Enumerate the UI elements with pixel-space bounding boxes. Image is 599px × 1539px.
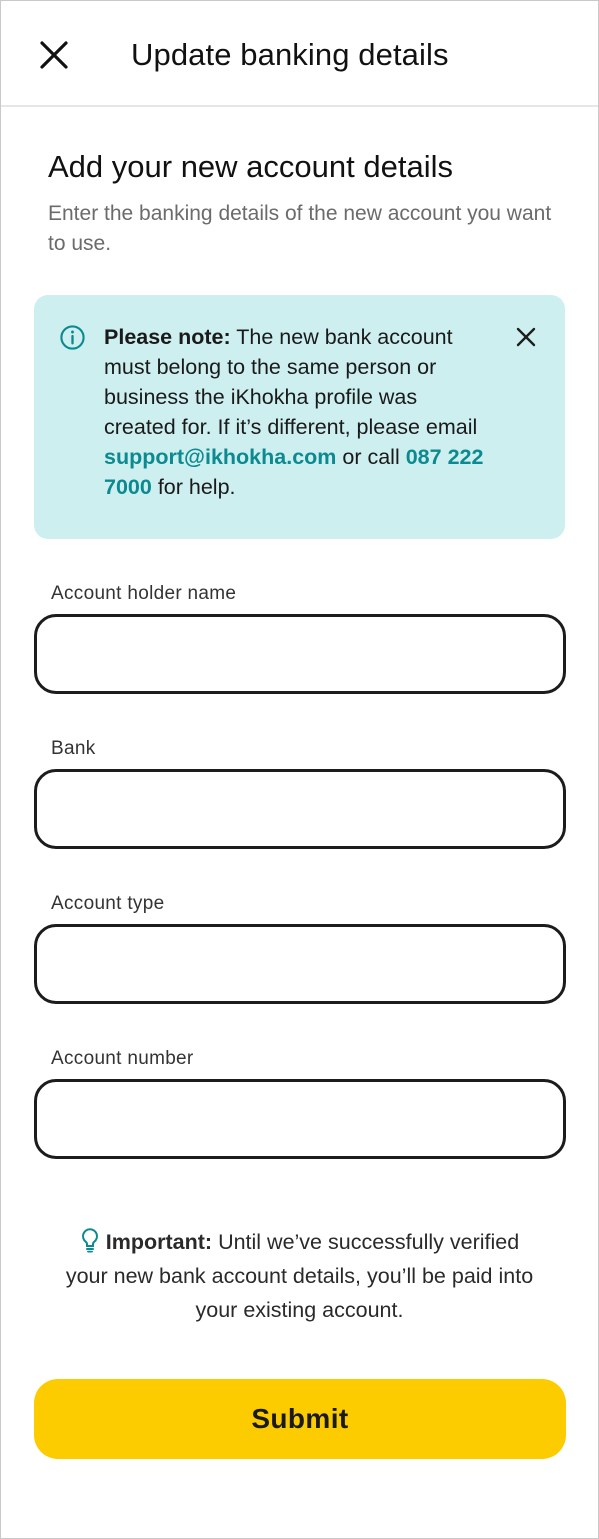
account-number-field: Account number [34,1048,566,1159]
account-type-field: Account type [34,893,566,1004]
close-button[interactable] [35,36,73,74]
note-body-3: for help. [151,475,236,499]
account-type-input[interactable] [34,924,566,1004]
important-notice: Important: Until we’ve successfully veri… [34,1225,565,1327]
header-title: Update banking details [131,37,449,72]
close-icon [516,327,536,347]
close-icon [40,41,68,69]
account-holder-name-field: Account holder name [34,583,566,694]
note-body-2: or call [336,445,406,469]
account-holder-name-label: Account holder name [51,583,237,604]
note-text: Please note: The new bank account must b… [104,322,494,502]
account-number-label: Account number [51,1048,194,1069]
dismiss-note-button[interactable] [513,324,539,350]
important-label: Important: [105,1230,213,1254]
note-label: Please note: [104,325,231,349]
page-subtitle: Enter the banking details of the new acc… [48,202,552,255]
app-header: Update banking details [1,1,598,107]
bank-field: Bank [34,738,566,849]
update-banking-screen: Update banking details Add your new acco… [0,0,599,1539]
bank-input[interactable] [34,769,566,849]
lightbulb-icon [81,1228,98,1253]
submit-button[interactable]: Submit [34,1379,566,1459]
account-number-input[interactable] [34,1079,566,1159]
support-email-link[interactable]: support@ikhokha.com [104,445,336,469]
info-circle-icon [60,325,85,350]
account-holder-name-input[interactable] [34,614,566,694]
page-title: Add your new account details [48,149,453,184]
account-type-label: Account type [51,893,165,914]
bank-label: Bank [51,738,96,759]
please-note-banner: Please note: The new bank account must b… [34,295,565,539]
main-content: Add your new account details Enter the b… [1,149,598,1459]
